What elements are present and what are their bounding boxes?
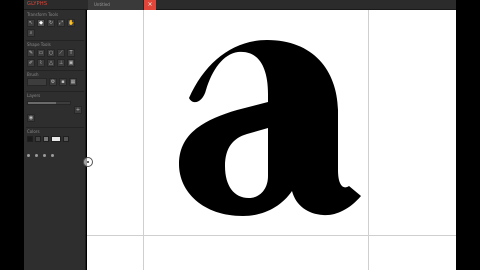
rotate-tool-icon[interactable]: ↻ [47, 19, 55, 27]
tab-label: Untitled [94, 2, 110, 7]
text-tool-icon[interactable]: T [67, 49, 75, 57]
ellipse-tool-icon[interactable]: ○ [47, 49, 55, 57]
layer-buttons: + [74, 106, 82, 114]
cursor-indicator [83, 157, 93, 167]
glyph-a-shape [179, 40, 361, 216]
tab-close-button[interactable]: × [144, 0, 156, 10]
brush-preset-dropdown[interactable] [27, 78, 47, 86]
layer-visibility-icon[interactable]: ◉ [27, 114, 35, 122]
swatch-black[interactable] [27, 136, 33, 142]
layer-add-icon[interactable]: + [74, 106, 82, 114]
swatch-gray[interactable] [43, 136, 49, 142]
swatch-mid-gray[interactable] [63, 136, 69, 142]
transform-tools: ↖ ◆ ↻ ⤢ ✋ [27, 19, 75, 27]
layer-row: ◉ [27, 114, 35, 122]
color-option-dot[interactable] [27, 154, 30, 157]
right-margin [456, 0, 480, 270]
layer-opacity-slider[interactable] [27, 101, 71, 105]
brush-options: ⚙ ▪ ▦ [27, 78, 77, 86]
app-title: GLYPHS [27, 1, 48, 7]
divider [26, 40, 84, 41]
rectangle-tool-icon[interactable]: ▭ [37, 49, 45, 57]
slider-fill [28, 102, 56, 104]
tool-sidebar: Transform Tools ↖ ◆ ↻ ⤢ ✋ ⌕ Shape Tools … [24, 10, 86, 270]
close-icon: × [147, 1, 153, 8]
knife-tool-icon[interactable]: ⟋ [57, 49, 65, 57]
panel-title-colors: Colors [27, 129, 40, 134]
tab-document[interactable]: Untitled [88, 0, 144, 10]
measure-tool-icon[interactable]: ⊥ [57, 59, 65, 67]
image-tool-icon[interactable]: ▣ [67, 59, 75, 67]
color-option-dot[interactable] [51, 154, 54, 157]
select-tool-icon[interactable]: ↖ [27, 19, 35, 27]
swatch-dark-gray[interactable] [35, 136, 41, 142]
pencil-tool-icon[interactable]: ✐ [27, 59, 35, 67]
color-options [27, 153, 54, 157]
title-bar: GLYPHS Untitled × [24, 0, 456, 10]
panel-title-transform: Transform Tools [27, 12, 59, 17]
pen-tool-icon[interactable]: ✎ [27, 49, 35, 57]
panel-title-brush: Brush [27, 72, 39, 77]
node-tool-icon[interactable]: ◆ [37, 19, 45, 27]
brush-lock-icon[interactable]: ▪ [59, 78, 67, 86]
divider [26, 127, 84, 128]
hand-tool-icon[interactable]: ✋ [67, 19, 75, 27]
panel-title-layers: Layers [27, 93, 41, 98]
scale-tool-icon[interactable]: ⤢ [57, 19, 65, 27]
triangle-tool-icon[interactable]: △ [47, 59, 55, 67]
panel-title-shape: Shape Tools [27, 42, 51, 47]
color-swatches [27, 136, 69, 142]
color-option-dot[interactable] [35, 154, 38, 157]
app-window: GLYPHS Untitled × Transform Tools ↖ ◆ ↻ … [0, 0, 480, 270]
brush-tool-icon[interactable]: ⌇ [37, 59, 45, 67]
divider [26, 91, 84, 92]
zoom-tool-icon[interactable]: ⌕ [27, 29, 35, 37]
color-option-dot[interactable] [43, 154, 46, 157]
shape-tools: ✎ ▭ ○ ⟋ T [27, 49, 75, 57]
brush-grid-icon[interactable]: ▦ [69, 78, 77, 86]
glyph-outline[interactable] [87, 10, 456, 270]
brush-settings-icon[interactable]: ⚙ [49, 78, 57, 86]
transform-tools-row2: ⌕ [27, 29, 35, 37]
shape-tools-row2: ✐ ⌇ △ ⊥ ▣ [27, 59, 75, 67]
swatch-white[interactable] [51, 136, 61, 142]
divider [26, 70, 84, 71]
